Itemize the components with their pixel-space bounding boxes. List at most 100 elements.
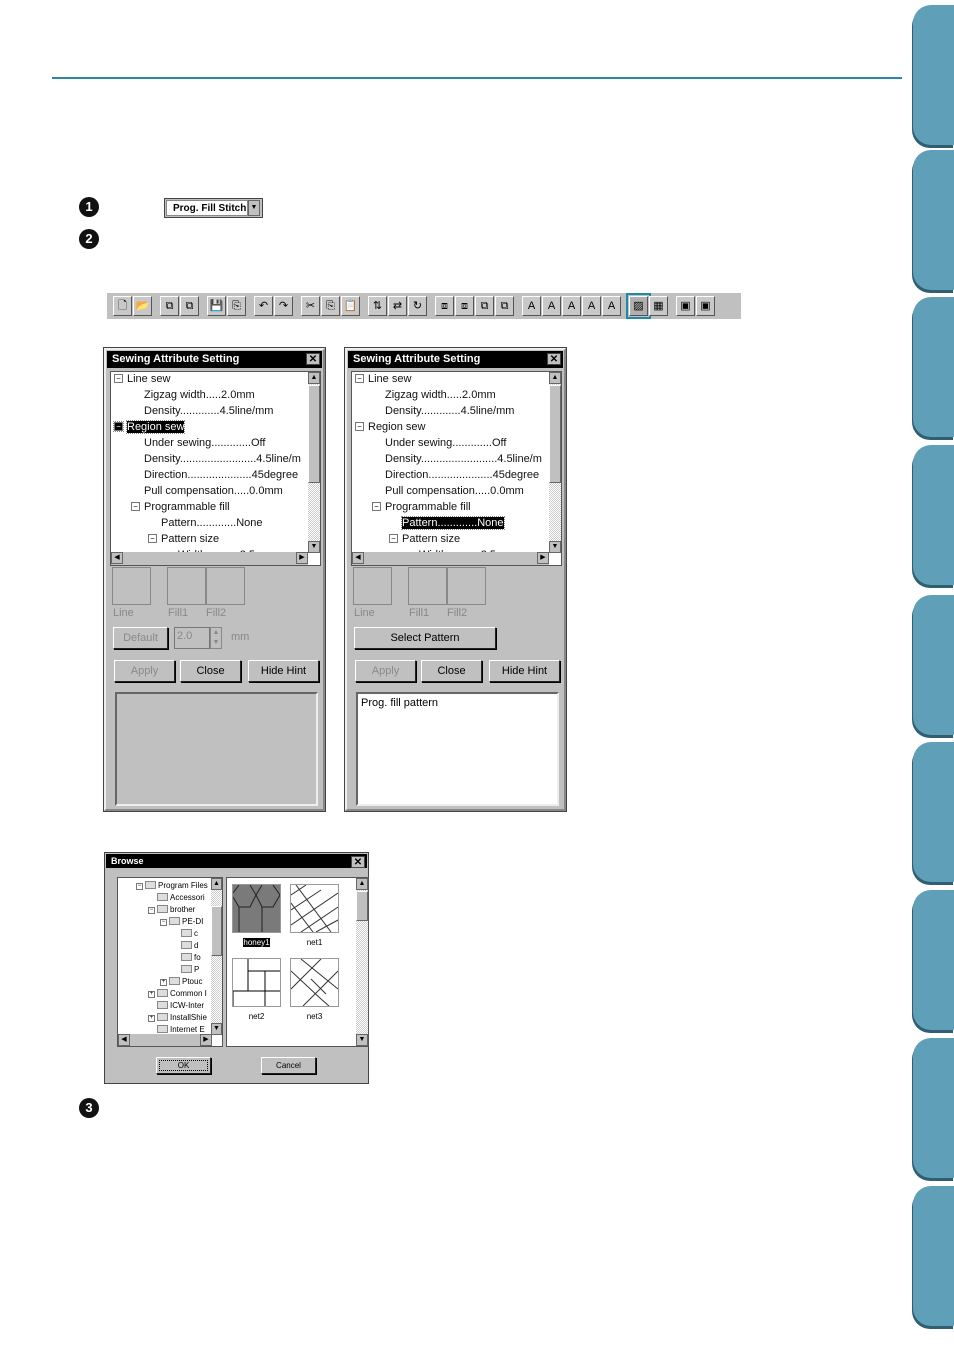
attribute-tree[interactable]: − Line sew Zigzag width.....2.0mm Density..…	[110, 371, 321, 566]
export-icon[interactable]: ⧉	[180, 296, 199, 316]
close-button[interactable]: Close	[421, 660, 482, 682]
tree-item[interactable]: Density.............4.5line/mm	[385, 404, 514, 418]
folder-item[interactable]: + InstallShie	[148, 1012, 207, 1023]
expand-icon[interactable]: −	[148, 907, 155, 914]
chapter-tab[interactable]	[913, 890, 954, 1030]
ok-button[interactable]: OK	[156, 1057, 211, 1074]
default-button[interactable]: Default	[113, 627, 168, 649]
stitch-type-select[interactable]: Prog. Fill Stitch ▼	[164, 198, 263, 218]
close-icon[interactable]: ✕	[547, 353, 561, 365]
close-icon[interactable]: ✕	[306, 353, 320, 365]
vertical-text-icon[interactable]: A	[562, 296, 581, 316]
folder-item[interactable]: c	[181, 928, 198, 939]
expand-icon[interactable]: +	[148, 991, 155, 998]
chapter-tab[interactable]	[913, 595, 954, 735]
tree-item[interactable]: Zigzag width.....2.0mm	[385, 388, 496, 402]
close-button[interactable]: Close	[180, 660, 241, 682]
collapse-icon[interactable]: −	[372, 502, 381, 511]
tree-item[interactable]: − Line sew	[355, 372, 411, 386]
text-on-path-icon[interactable]: A	[542, 296, 561, 316]
folder-item[interactable]: + Ptouc	[160, 976, 202, 987]
tree-hscrollbar[interactable]: ◀ ▶	[352, 552, 549, 565]
tree-item[interactable]: − Pattern size	[389, 532, 460, 546]
tree-item[interactable]: Direction.....................45degree	[385, 468, 539, 482]
transform-text-icon[interactable]: A	[582, 296, 601, 316]
stamp-icon[interactable]: ▦	[649, 296, 668, 316]
folder-item[interactable]: + Common I	[148, 988, 207, 999]
folder-item[interactable]: ICW-Inter	[157, 1000, 204, 1011]
tree-item[interactable]: − Region sew	[355, 420, 425, 434]
copy-icon[interactable]: ⎘	[321, 296, 340, 316]
rotate-icon[interactable]: ↻	[408, 296, 427, 316]
tree-item[interactable]: Density.........................4.5line/…	[144, 452, 301, 466]
front-icon[interactable]: ⧉	[475, 296, 494, 316]
text-fit-icon[interactable]: A	[602, 296, 621, 316]
collapse-icon[interactable]: −	[113, 421, 124, 432]
cancel-button[interactable]: Cancel	[261, 1057, 316, 1074]
design-center-icon[interactable]: ▣	[676, 296, 695, 316]
tree-item[interactable]: − Line sew	[114, 372, 170, 386]
apply-button[interactable]: Apply	[355, 660, 416, 682]
expand-icon[interactable]: −	[136, 883, 143, 890]
pattern-thumb-net2[interactable]	[232, 958, 281, 1007]
folder-item[interactable]: − Program Files	[136, 880, 208, 891]
collapse-icon[interactable]: −	[389, 534, 398, 543]
size-input[interactable]: 2.0	[174, 627, 210, 649]
chapter-tab[interactable]	[913, 1038, 954, 1178]
folder-hscrollbar[interactable]: ◀ ▶	[118, 1034, 212, 1046]
chapter-tab[interactable]	[913, 1186, 954, 1326]
import-icon[interactable]: ⧉	[160, 296, 179, 316]
group-icon[interactable]: ⧈	[435, 296, 454, 316]
size-stepper[interactable]: ▲ ▼	[210, 627, 222, 649]
tree-item[interactable]: Pull compensation.....0.0mm	[385, 484, 524, 498]
flip-horizontal-icon[interactable]: ⇄	[388, 296, 407, 316]
tree-item[interactable]: Under sewing.............Off	[385, 436, 506, 450]
chapter-tab[interactable]	[913, 150, 954, 290]
hide-hint-button[interactable]: Hide Hint	[248, 660, 319, 682]
hide-hint-button[interactable]: Hide Hint	[489, 660, 560, 682]
pattern-thumb-net3[interactable]	[290, 958, 339, 1007]
new-file-icon[interactable]: 🗋	[113, 296, 132, 316]
programmable-fill-icon[interactable]: ▨	[626, 293, 651, 319]
expand-icon[interactable]: −	[160, 919, 167, 926]
tree-item[interactable]: Direction.....................45degree	[144, 468, 298, 482]
folder-item[interactable]: P	[181, 964, 199, 975]
select-pattern-button[interactable]: Select Pattern	[354, 627, 496, 649]
tree-item[interactable]: Pattern.............None	[161, 516, 263, 530]
pattern-thumb-honey1[interactable]	[232, 884, 281, 933]
folder-item[interactable]: Accessori	[157, 892, 205, 903]
folder-vscrollbar[interactable]: ▲ ▼	[211, 878, 222, 1035]
tree-item[interactable]: Density.........................4.5line/…	[385, 452, 542, 466]
chapter-tab[interactable]	[913, 742, 954, 882]
save-icon[interactable]: 💾	[207, 296, 226, 316]
close-icon[interactable]: ✕	[351, 856, 365, 868]
folder-tree[interactable]: − Program Files Accessori − brother − PE-DI c d f…	[117, 877, 223, 1047]
tree-hscrollbar[interactable]: ◀ ▶	[111, 552, 308, 565]
tree-item[interactable]: Under sewing.............Off	[144, 436, 265, 450]
undo-icon[interactable]: ↶	[254, 296, 273, 316]
text-icon[interactable]: A	[522, 296, 541, 316]
tree-item[interactable]: − Programmable fill	[131, 500, 230, 514]
open-file-icon[interactable]: 📂	[133, 296, 152, 316]
tree-item[interactable]: − Pattern size	[148, 532, 219, 546]
collapse-icon[interactable]: −	[355, 374, 364, 383]
cut-icon[interactable]: ✂	[301, 296, 320, 316]
tree-item[interactable]: Zigzag width.....2.0mm	[144, 388, 255, 402]
tree-item[interactable]: Pull compensation.....0.0mm	[144, 484, 283, 498]
chapter-tab[interactable]	[913, 5, 954, 145]
paste-icon[interactable]: 📋	[341, 296, 360, 316]
tree-item[interactable]: Density.............4.5line/mm	[144, 404, 273, 418]
flip-vertical-icon[interactable]: ⇅	[368, 296, 387, 316]
attribute-tree[interactable]: − Line sew Zigzag width.....2.0mm Density..…	[351, 371, 562, 566]
apply-button[interactable]: Apply	[114, 660, 175, 682]
expand-icon[interactable]: +	[148, 1015, 155, 1022]
folder-item[interactable]: − brother	[148, 904, 195, 915]
collapse-icon[interactable]: −	[355, 422, 364, 431]
pattern-scrollbar[interactable]: ▲ ▼	[356, 878, 368, 1046]
folder-item[interactable]: d	[181, 940, 198, 951]
chapter-tab[interactable]	[913, 445, 954, 585]
tree-item[interactable]: − Programmable fill	[372, 500, 471, 514]
collapse-icon[interactable]: −	[114, 374, 123, 383]
redo-icon[interactable]: ↷	[274, 296, 293, 316]
collapse-icon[interactable]: −	[148, 534, 157, 543]
